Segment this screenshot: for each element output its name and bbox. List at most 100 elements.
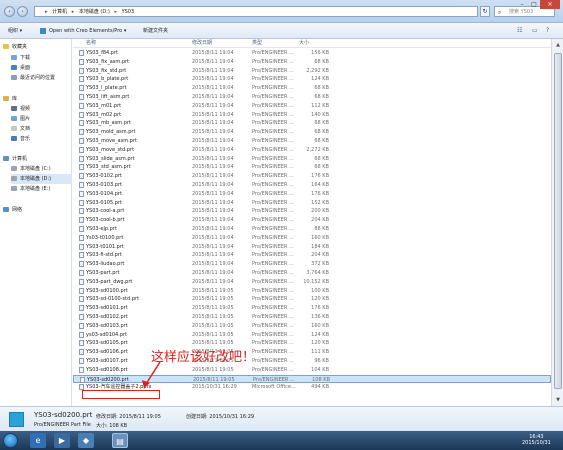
file-name: YS03-0103.prt: [86, 182, 122, 188]
new-folder-button[interactable]: 新建文件夹: [143, 26, 168, 36]
column-type[interactable]: 类型: [252, 39, 262, 48]
vertical-scrollbar[interactable]: ▲ ▼: [551, 39, 563, 406]
file-row[interactable]: YS03_b_plate.prt 2015/8/11 19:04 Pro/ENGIN…: [73, 75, 551, 83]
search-icon: ⌕: [498, 9, 502, 16]
file-size: 100 KB: [311, 287, 329, 294]
file-row[interactable]: ys03-sd0104.prt 2015/8/11 19:05 Pro/ENGINE…: [73, 331, 551, 339]
file-icon: [79, 173, 84, 180]
breadcrumb-drive-d[interactable]: 本地磁盘 (D:): [79, 9, 110, 15]
file-row[interactable]: YS03-0105.prt 2015/8/11 19:04 Pro/ENGINEER…: [73, 199, 551, 207]
file-row[interactable]: YS03-0103.prt 2015/8/11 19:04 Pro/ENGINEER…: [73, 181, 551, 189]
nav-drive-e[interactable]: 本地磁盘 (E:): [11, 184, 72, 194]
scroll-down-icon[interactable]: ▼: [554, 396, 562, 404]
breadcrumb-ys03[interactable]: YS03: [122, 9, 135, 15]
creo-taskbar-icon[interactable]: ◆: [78, 433, 94, 448]
nav-drive-c[interactable]: 本地磁盘 (C:): [11, 164, 72, 174]
file-row[interactable]: YS03-cool-b.prt 2015/8/11 19:04 Pro/ENGINE…: [73, 216, 551, 224]
nav-network[interactable]: 网络: [3, 205, 75, 215]
file-row[interactable]: YS03-sd0200.prt 2015/8/11 19:05 Pro/ENGINE…: [73, 374, 551, 383]
file-name: YS03_fix_std.prt: [86, 67, 127, 74]
minimize-button[interactable]: –: [516, 0, 528, 9]
explorer-taskbar-icon[interactable]: ▤: [112, 433, 128, 448]
file-row[interactable]: YS03-fi-std.prt 2015/8/11 19:04 Pro/ENGINE…: [73, 251, 551, 259]
file-size: 68 KB: [314, 120, 329, 127]
library-icon: [3, 96, 9, 101]
address-bar[interactable]: ▸ 计算机 ▸ 本地磁盘 (D:) ▸ YS03: [34, 6, 478, 17]
file-row[interactable]: YS03-sd-0100-std.prt 2015/8/11 19:05 Pro/E…: [73, 295, 551, 303]
file-row[interactable]: YS03_l_plate.prt 2015/8/11 19:04 Pro/ENGIN…: [73, 84, 551, 92]
file-size: 68 KB: [314, 138, 329, 144]
file-name: YS03_move_std.prt: [86, 146, 135, 153]
scroll-up-icon[interactable]: ▲: [554, 41, 562, 49]
organize-menu[interactable]: 组织 ▾: [8, 26, 22, 36]
file-row[interactable]: YS03_m02.prt 2015/8/11 19:04 Pro/ENGINEER …: [73, 111, 551, 119]
file-row[interactable]: YS03_fix_std.prt 2015/8/11 19:04 Pro/ENGIN…: [73, 67, 551, 75]
file-row[interactable]: YS03-liudao.prt 2015/8/11 19:04 Pro/ENGINE…: [73, 260, 551, 268]
nav-libraries[interactable]: 库: [3, 94, 75, 104]
file-date: 2015/8/11 19:04: [192, 155, 234, 162]
file-row[interactable]: YS03-sd0105.prt 2015/8/11 19:05 Pro/ENGINE…: [73, 339, 551, 347]
file-size: 68 KB: [314, 155, 329, 162]
file-row[interactable]: YS03-sd0101.prt 2015/8/11 19:05 Pro/ENGINE…: [73, 304, 551, 312]
nav-drive-d[interactable]: 本地磁盘 (D:): [11, 174, 72, 184]
maximize-button[interactable]: □: [528, 0, 540, 9]
file-row[interactable]: YS03-part.prt 2015/8/11 19:04 Pro/ENGINEER…: [73, 269, 551, 277]
file-row[interactable]: Ys03-t0100.prt 2015/8/11 19:04 Pro/ENGINEE…: [73, 234, 551, 242]
file-row[interactable]: YS03_mold_asm.prt 2015/8/11 19:04 Pro/ENGI…: [73, 128, 551, 136]
file-type: Pro/ENGINEER ...: [252, 252, 294, 259]
file-row[interactable]: YS03_slide_asm.prt 2015/8/11 19:04 Pro/ENG…: [73, 155, 551, 163]
scroll-thumb[interactable]: [554, 53, 562, 389]
view-options-icon[interactable]: ☷: [517, 26, 522, 36]
preview-pane-icon[interactable]: ▭: [532, 26, 538, 36]
nav-favorites[interactable]: 收藏夹: [3, 42, 75, 52]
file-row[interactable]: YS03-part_dwg.prt 2015/8/11 19:04 Pro/ENGI…: [73, 278, 551, 286]
file-row[interactable]: YS03-0102.prt 2015/8/11 19:04 Pro/ENGINEER…: [73, 172, 551, 180]
file-row[interactable]: YS03-sd0106.prt 2015/8/11 19:05 Pro/ENGINE…: [73, 348, 551, 356]
file-row[interactable]: YS03-sd0102.prt 2015/8/11 19:05 Pro/ENGINE…: [73, 313, 551, 321]
open-with-button[interactable]: Open with Creo Elements/Pro ▾: [40, 26, 126, 36]
file-row[interactable]: YS03_lift_asm.prt 2015/8/11 19:04 Pro/ENGI…: [73, 93, 551, 101]
file-size: 88 KB: [314, 226, 329, 232]
file-row[interactable]: YS03_m01.prt 2015/8/11 19:04 Pro/ENGINEER …: [73, 102, 551, 110]
file-size: 140 KB: [311, 111, 329, 118]
help-icon[interactable]: ?: [546, 26, 549, 36]
file-icon: [79, 314, 84, 320]
file-row[interactable]: YS03-sd0108.prt 2015/8/11 19:05 Pro/ENGINE…: [73, 366, 551, 374]
file-row[interactable]: YS03-t0101.prt 2015/8/11 19:04 Pro/ENGINEE…: [73, 243, 551, 251]
file-row[interactable]: YS03-0104.prt 2015/8/11 19:04 Pro/ENGINEER…: [73, 190, 551, 198]
file-row[interactable]: YS03_f84.prt 2015/8/11 19:04 Pro/ENGINEER …: [73, 49, 551, 57]
file-size: 124 KB: [311, 331, 329, 338]
file-icon: [79, 305, 84, 312]
file-row[interactable]: YS03_move_asm.prt 2015/8/11 19:04 Pro/ENGI…: [73, 137, 551, 145]
computer-icon: [3, 156, 9, 161]
file-size: 176 KB: [311, 305, 329, 312]
file-row[interactable]: YS03_move_std.prt 2015/8/11 19:04 Pro/ENGI…: [73, 146, 551, 154]
forward-button[interactable]: ›: [17, 6, 28, 17]
ie-icon[interactable]: e: [30, 433, 46, 448]
back-button[interactable]: ‹: [4, 6, 15, 17]
file-row[interactable]: YS03-sd0107.prt 2015/8/11 19:05 Pro/ENGINE…: [73, 357, 551, 365]
media-player-icon[interactable]: ▶: [54, 433, 70, 448]
system-clock[interactable]: 16:43 2015/10/31: [522, 434, 551, 446]
start-button[interactable]: [3, 433, 18, 448]
refresh-button[interactable]: ↻: [480, 6, 490, 17]
annotation-text: 这样应该好改吧！: [151, 350, 256, 365]
nav-computer[interactable]: 计算机: [3, 154, 75, 164]
download-icon: [11, 55, 17, 60]
column-name[interactable]: 名称: [86, 39, 96, 48]
column-size[interactable]: 大小: [299, 39, 309, 48]
details-pane: YS03-sd0200.prt Pro/ENGINEER Part File 修…: [0, 406, 563, 431]
drive-icon: [11, 166, 17, 171]
file-row[interactable]: YS03-sd0103.prt 2015/8/11 19:05 Pro/ENGINE…: [73, 322, 551, 330]
file-icon: [79, 287, 84, 294]
file-row[interactable]: YS03-cool-a.prt 2015/8/11 19:04 Pro/ENGINE…: [73, 207, 551, 215]
column-date[interactable]: 修改日期: [192, 39, 212, 48]
close-button[interactable]: ✕: [540, 0, 560, 9]
file-row[interactable]: YS03_std_asm.prt 2015/8/11 19:04 Pro/ENGIN…: [73, 163, 551, 171]
file-size: 124 KB: [311, 76, 329, 83]
file-row[interactable]: YS03_fix_asm.prt 2015/8/11 19:04 Pro/ENGIN…: [73, 58, 551, 66]
file-row[interactable]: YS03-sd0100.prt 2015/8/11 19:05 Pro/ENGINE…: [73, 287, 551, 295]
breadcrumb-computer[interactable]: 计算机: [52, 9, 67, 15]
file-row[interactable]: YS03-ejp.prt 2015/8/11 19:04 Pro/ENGINEER …: [73, 225, 551, 233]
file-row[interactable]: YS03_mb_asm.prt 2015/8/11 19:04 Pro/ENGINE…: [73, 119, 551, 127]
